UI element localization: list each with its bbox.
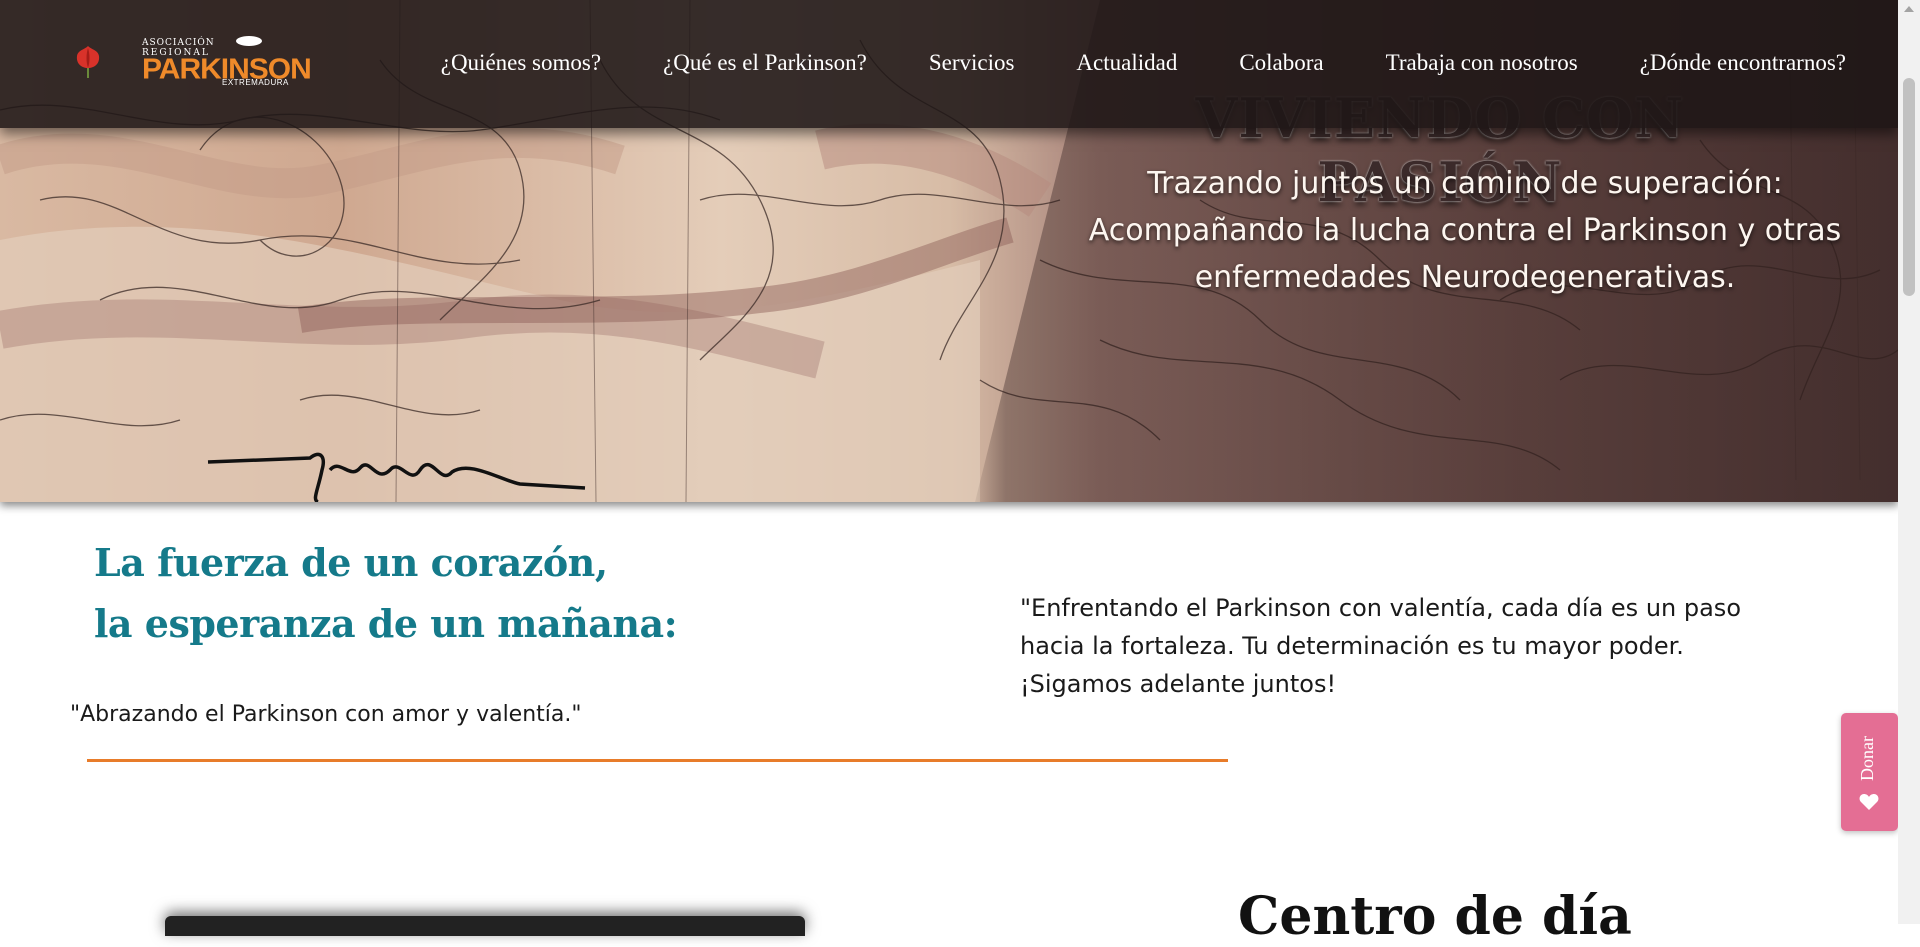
headline-line: La fuerza de un corazón, xyxy=(94,540,608,585)
donate-label: Donar xyxy=(1857,736,1877,781)
headline-line: la esperanza de un mañana: xyxy=(94,601,678,646)
divider-line xyxy=(87,759,1228,762)
nav-link-servicios[interactable]: Servicios xyxy=(929,50,1015,76)
donate-button[interactable]: Donar xyxy=(1841,713,1898,831)
nav-link-actualidad[interactable]: Actualidad xyxy=(1076,50,1177,76)
nav-link-donde[interactable]: ¿Dónde encontrarnos? xyxy=(1640,50,1846,76)
hero-subtitle-line: Acompañando la lucha contra el Parkinson… xyxy=(1088,213,1842,248)
logo-line1: ASOCIACIÓN xyxy=(142,38,215,48)
nav-link-colabora[interactable]: Colabora xyxy=(1239,50,1323,76)
quote-left: "Abrazando el Parkinson con amor y valen… xyxy=(70,702,582,727)
site-header: ASOCIACIÓN REGIONAL PARKINSON EXTREMADUR… xyxy=(0,0,1898,128)
section-title: Centro de día xyxy=(1238,886,1632,947)
main-nav: ¿Quiénes somos? ¿Qué es el Parkinson? Se… xyxy=(379,50,1846,76)
site-logo[interactable]: ASOCIACIÓN REGIONAL PARKINSON EXTREMADUR… xyxy=(142,34,312,88)
scroll-up-arrow-icon[interactable] xyxy=(1904,6,1914,12)
quote-right: "Enfrentando el Parkinson con valentía, … xyxy=(1020,594,1741,698)
nav-link-quienes-somos[interactable]: ¿Quiénes somos? xyxy=(441,50,601,76)
nav-link-que-es-parkinson[interactable]: ¿Qué es el Parkinson? xyxy=(663,50,867,76)
hero-subtitle: Trazando juntos un camino de superación:… xyxy=(1060,160,1870,301)
centro-image-card xyxy=(165,916,805,936)
logo-region: EXTREMADURA xyxy=(222,78,289,87)
nav-link-trabaja[interactable]: Trabaja con nosotros xyxy=(1386,50,1578,76)
scrollbar-thumb[interactable] xyxy=(1903,78,1915,296)
hero-subtitle-line: Trazando juntos un camino de superación: xyxy=(1147,166,1783,201)
logo-swoosh-icon xyxy=(236,36,262,46)
tulip-icon[interactable] xyxy=(74,44,102,78)
heart-icon xyxy=(1859,794,1879,810)
intro-headline: La fuerza de un corazón, la esperanza de… xyxy=(94,532,678,654)
hero-subtitle-line: enfermedades Neurodegenerativas. xyxy=(1194,260,1736,295)
page-scrollbar[interactable] xyxy=(1898,0,1920,924)
